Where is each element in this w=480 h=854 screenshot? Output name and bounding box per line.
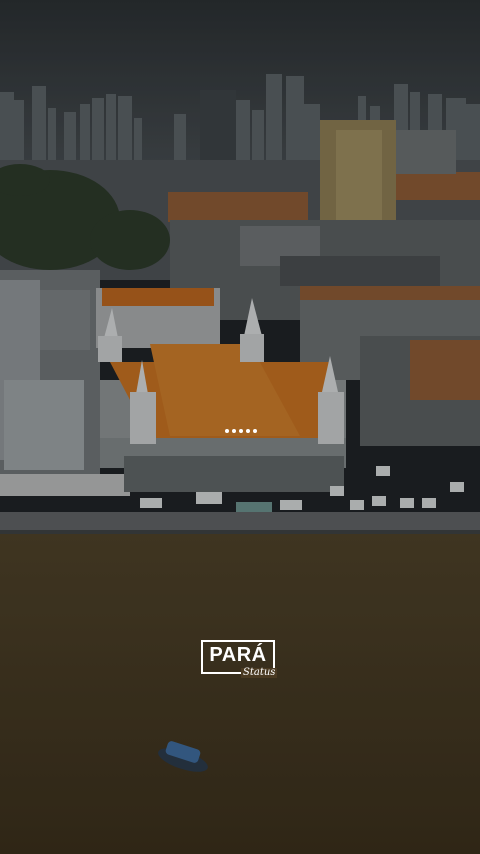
logo-title: PARÁ: [209, 644, 267, 666]
video-frame: [0, 0, 480, 854]
channel-watermark-logo: PARÁ Status: [201, 640, 279, 680]
logo-subtitle: Status: [241, 667, 278, 678]
buffering-dots-icon: [225, 428, 257, 434]
video-player[interactable]: PARÁ Status: [0, 0, 480, 854]
